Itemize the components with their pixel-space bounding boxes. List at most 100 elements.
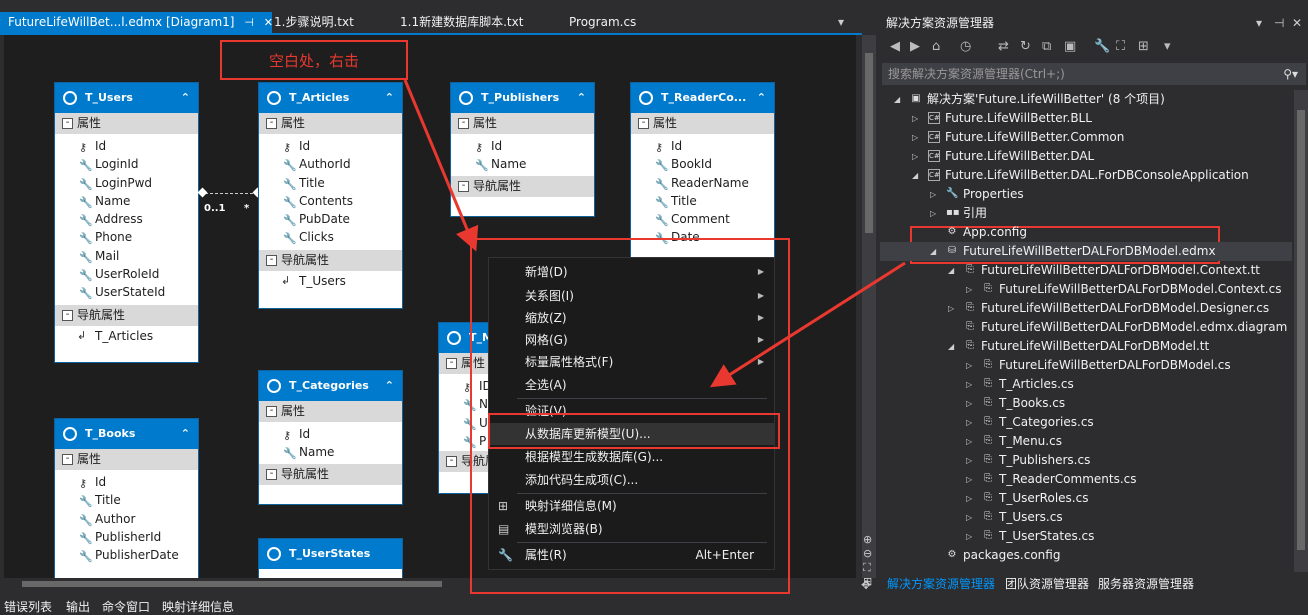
tree-item-label: FutureLifeWillBetterDALForDBModel.Contex… — [999, 282, 1282, 296]
tree-item[interactable]: ▷ ⎘ FutureLifeWillBetterDALForDBModel.Cont… — [880, 280, 1292, 299]
tree-item-label: Future.LifeWillBetter.DAL — [945, 149, 1095, 163]
history-icon[interactable]: ◷ — [960, 39, 971, 54]
tree-item[interactable]: ▷ 🔧 Properties — [880, 185, 1292, 204]
bottom-panel-tabs: 错误列表 输出 命令窗口 映射详细信息 — [0, 594, 1308, 614]
tree-item[interactable]: ▷ ⎘ T_Publishers.cs — [880, 451, 1292, 470]
expand-arrow-icon[interactable]: ▷ — [966, 394, 972, 413]
tree-item[interactable]: ◢ ⛁ FutureLifeWillBetterDALForDBModel.edmx — [880, 242, 1292, 261]
tree-item[interactable]: ◢ ⎘ FutureLifeWillBetterDALForDBModel.tt — [880, 337, 1292, 356]
expand-arrow-icon[interactable]: ▷ — [966, 375, 972, 394]
toolbar-dropdown-icon[interactable]: ▾ — [1164, 39, 1171, 54]
file-icon: ⎘ — [966, 264, 974, 275]
tree-item[interactable]: ▷ ⎘ T_Menu.cs — [880, 432, 1292, 451]
tab-command-window[interactable]: 命令窗口 — [102, 598, 150, 615]
tree-item-label: packages.config — [963, 548, 1061, 562]
tree-item[interactable]: ⎘ FutureLifeWillBetterDALForDBModel.edmx.… — [880, 318, 1292, 337]
tree-item[interactable]: ▷ C# Future.LifeWillBetter.Common — [880, 128, 1292, 147]
tree-item[interactable]: ▷ ⎘ FutureLifeWillBetterDALForDBModel.Desi… — [880, 299, 1292, 318]
solution-search-input[interactable]: 搜索解决方案资源管理器(Ctrl+;) ⚲▾ — [882, 63, 1306, 85]
close-icon[interactable]: ✕ — [1292, 12, 1302, 34]
tree-item[interactable]: ▷ C# Future.LifeWillBetter.DAL — [880, 147, 1292, 166]
expand-arrow-icon[interactable]: ▷ — [966, 356, 972, 375]
tree-item[interactable]: ▷ ⎘ FutureLifeWillBetterDALForDBModel.cs — [880, 356, 1292, 375]
forward-icon[interactable]: ▶ — [910, 39, 920, 54]
home-icon[interactable]: ⌂ — [932, 39, 940, 54]
collapse-arrow-icon[interactable]: ◢ — [948, 261, 954, 280]
tree-item[interactable]: ◢ ▣ 解决方案'Future.LifeWillBetter' (8 个项目) — [880, 90, 1292, 109]
expand-arrow-icon[interactable]: ▷ — [912, 147, 918, 166]
tab-output[interactable]: 输出 — [66, 598, 90, 615]
expand-arrow-icon[interactable]: ▷ — [912, 128, 918, 147]
solution-tree: ◢ ▣ 解决方案'Future.LifeWillBetter' (8 个项目) ▷ C#… — [880, 90, 1292, 572]
tree-item[interactable]: ⚙ packages.config — [880, 546, 1292, 565]
collapse-arrow-icon[interactable]: ◢ — [930, 242, 936, 261]
collapse-arrow-icon[interactable]: ◢ — [948, 337, 954, 356]
edmx-file-icon: ⛁ — [947, 245, 957, 256]
wrench-icon[interactable]: 🔧 — [1094, 39, 1110, 54]
panel-title: 解决方案资源管理器 — [886, 16, 995, 30]
tree-item-label: T_UserStates.cs — [999, 529, 1095, 543]
config-file-icon: ⚙ — [947, 226, 957, 237]
tree-item[interactable]: ▷ ⎘ T_Categories.cs — [880, 413, 1292, 432]
file-icon: ⎘ — [966, 321, 974, 332]
back-icon[interactable]: ◀ — [890, 39, 900, 54]
tree-item-label: FutureLifeWillBetterDALForDBModel.edmx — [963, 244, 1216, 258]
expand-arrow-icon[interactable]: ▷ — [966, 508, 972, 527]
tree-item[interactable]: ▷ ⎘ T_UserRoles.cs — [880, 489, 1292, 508]
collapse-all-icon[interactable]: ⧉ — [1042, 39, 1051, 54]
tree-item[interactable]: ▷ C# Future.LifeWillBetter.BLL — [880, 109, 1292, 128]
tab-solution-explorer[interactable]: 解决方案资源管理器 — [887, 575, 995, 592]
expand-arrow-icon[interactable]: ▷ — [966, 413, 972, 432]
show-all-files-icon[interactable]: ▣ — [1064, 39, 1076, 54]
search-icon[interactable]: ⚲▾ — [1283, 63, 1298, 85]
tree-item[interactable]: ▷ ⎘ T_Articles.cs — [880, 375, 1292, 394]
tree-item[interactable]: ▷ ⎘ T_UserStates.cs — [880, 527, 1292, 546]
expand-arrow-icon[interactable]: ▷ — [948, 299, 954, 318]
tab-error-list[interactable]: 错误列表 — [4, 598, 52, 615]
preview-icon[interactable]: ⛶ — [1116, 39, 1125, 54]
tree-item[interactable]: ⚙ App.config — [880, 223, 1292, 242]
file-icon: ⎘ — [984, 359, 992, 370]
tree-item[interactable]: ▷ ▪▪ 引用 — [880, 204, 1292, 223]
tree-item-label: T_Publishers.cs — [999, 453, 1091, 467]
tab-team-explorer[interactable]: 团队资源管理器 — [1005, 575, 1089, 592]
search-placeholder: 搜索解决方案资源管理器(Ctrl+;) — [888, 67, 1065, 81]
file-icon: ⎘ — [984, 283, 992, 294]
tree-item[interactable]: ▷ ⎘ T_ReaderComments.cs — [880, 470, 1292, 489]
tree-item[interactable]: ▷ ⎘ T_Users.cs — [880, 508, 1292, 527]
expand-arrow-icon[interactable]: ▷ — [966, 470, 972, 489]
refresh-icon[interactable]: ↻ — [1020, 39, 1031, 54]
class-view-icon[interactable]: ⊞ — [1138, 39, 1149, 54]
tree-item-label: Future.LifeWillBetter.Common — [945, 130, 1125, 144]
collapse-arrow-icon[interactable]: ◢ — [912, 166, 918, 185]
collapse-arrow-icon[interactable]: ◢ — [894, 90, 900, 109]
tree-item[interactable]: ◢ ⎘ FutureLifeWillBetterDALForDBModel.Cont… — [880, 261, 1292, 280]
tree-item-label: FutureLifeWillBetterDALForDBModel.edmx.d… — [981, 320, 1288, 334]
tree-item-label: T_Articles.cs — [999, 377, 1074, 391]
expand-arrow-icon[interactable]: ▷ — [966, 527, 972, 546]
tree-item-label: T_ReaderComments.cs — [999, 472, 1137, 486]
expand-arrow-icon[interactable]: ▷ — [930, 204, 936, 223]
solution-explorer-toolbar: ◀ ▶ ⌂ ◷ ⇄ ↻ ⧉ ▣ 🔧 ⛶ ⊞ ▾ — [880, 35, 1308, 61]
tab-mapping-details[interactable]: 映射详细信息 — [162, 598, 234, 615]
tree-item-label: FutureLifeWillBetterDALForDBModel.Design… — [981, 301, 1270, 315]
file-icon: ⎘ — [984, 473, 992, 484]
references-icon: ▪▪ — [946, 207, 960, 218]
expand-arrow-icon[interactable]: ▷ — [966, 432, 972, 451]
scrollbar-thumb[interactable] — [1297, 110, 1305, 550]
expand-arrow-icon[interactable]: ▷ — [912, 109, 918, 128]
tree-vertical-scrollbar[interactable] — [1294, 90, 1308, 572]
sync-icon[interactable]: ⇄ — [998, 39, 1009, 54]
expand-arrow-icon[interactable]: ▷ — [966, 451, 972, 470]
expand-arrow-icon[interactable]: ▷ — [966, 280, 972, 299]
tree-item[interactable]: ▷ ⎘ T_Books.cs — [880, 394, 1292, 413]
tree-item[interactable]: ◢ C# Future.LifeWillBetter.DAL.ForDBConsol… — [880, 166, 1292, 185]
wrench-icon: 🔧 — [946, 188, 959, 199]
dropdown-icon[interactable]: ▾ — [1256, 12, 1262, 34]
tab-server-explorer[interactable]: 服务器资源管理器 — [1098, 575, 1194, 592]
expand-arrow-icon[interactable]: ▷ — [930, 185, 936, 204]
file-icon: ⎘ — [984, 511, 992, 522]
config-file-icon: ⚙ — [947, 549, 957, 560]
expand-arrow-icon[interactable]: ▷ — [966, 489, 972, 508]
pin-icon[interactable]: ⊣ — [1274, 12, 1284, 34]
